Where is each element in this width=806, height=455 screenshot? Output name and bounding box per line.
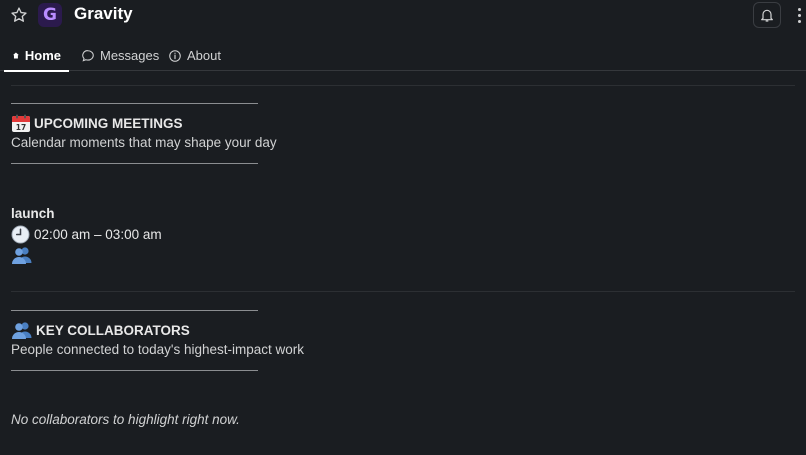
bell-icon [761,9,773,22]
app-logo-letter: G [43,4,57,25]
top-bar: G Gravity [0,0,806,32]
key-collaborators-subtitle: People connected to today's highest-impa… [11,342,304,357]
section-rule [11,310,258,311]
app-logo: G [38,3,62,27]
star-icon [11,7,27,22]
tab-home[interactable]: Home [4,40,69,72]
section-rule [11,103,258,104]
tab-home-label: Home [24,48,61,63]
upcoming-meetings-heading: 17 UPCOMING MEETINGS [11,114,183,133]
favorite-star-button[interactable] [6,2,32,28]
people-icon [11,321,33,339]
app-title: Gravity [74,4,133,23]
meeting-attendees [11,246,33,269]
tab-about-label: About [187,48,221,63]
notifications-button[interactable] [753,2,781,28]
section-rule [11,370,258,371]
chat-bubble-icon [82,49,94,62]
home-icon [12,52,19,59]
tab-about[interactable]: About [160,40,229,71]
clock-icon [11,225,30,244]
calendar-icon: 17 [11,114,31,133]
meeting-name[interactable]: launch [11,206,55,221]
section-rule [11,163,258,164]
key-collaborators-heading: KEY COLLABORATORS [11,321,190,339]
divider [11,291,795,292]
more-options-button[interactable] [792,3,806,27]
meeting-time: 02:00 am – 03:00 am [34,227,162,242]
svg-text:17: 17 [16,123,26,132]
upcoming-meetings-subtitle: Calendar moments that may shape your day [11,135,277,150]
key-collaborators-title: KEY COLLABORATORS [36,322,190,338]
tab-bar: Home Messages About [0,40,806,72]
tab-messages[interactable]: Messages [73,40,167,71]
tab-messages-label: Messages [100,48,160,63]
info-icon [169,49,181,62]
divider [11,85,795,86]
upcoming-meetings-title: UPCOMING MEETINGS [34,116,183,131]
people-icon [11,246,33,264]
more-vertical-icon [797,7,801,11]
empty-collaborators-message: No collaborators to highlight right now. [11,412,240,427]
meeting-time-row: 02:00 am – 03:00 am [11,225,162,244]
